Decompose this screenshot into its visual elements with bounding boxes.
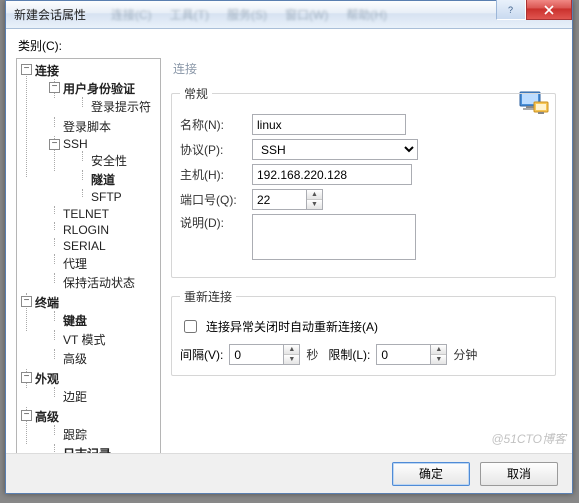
tree-terminal[interactable]: −终端 键盘 VT 模式 高级 — [21, 293, 160, 369]
tree-serial[interactable]: SERIAL — [49, 238, 160, 254]
collapse-icon[interactable]: − — [21, 296, 32, 307]
host-input[interactable] — [252, 164, 412, 185]
tree-login-script[interactable]: 登录脚本 — [49, 117, 160, 136]
tree-security[interactable]: 安全性 — [77, 151, 160, 170]
ok-button[interactable]: 确定 — [392, 462, 470, 486]
window-title: 新建会话属性 — [14, 6, 86, 23]
host-label: 主机(H): — [180, 166, 252, 183]
collapse-icon[interactable]: − — [49, 82, 60, 93]
cancel-button[interactable]: 取消 — [480, 462, 558, 486]
settings-panel: 连接 常规 名称(N): — [169, 58, 562, 454]
tree-advanced[interactable]: −高级 跟踪 日志记录 ZMODEM — [21, 407, 160, 454]
blurred-menu: 连接(C)工具(T)服务(S)窗口(W)帮助(H) — [111, 6, 405, 23]
tree-connection[interactable]: −连接 −用户身份验证 登录提示符 登录脚本 −SSH 安全性 隧道 SFTP — [21, 61, 160, 293]
collapse-icon[interactable]: − — [21, 410, 32, 421]
content-area: 类别(C): − 连接 −用户身份验证 登录提示符 登录脚本 − SSH 安全性 — [6, 29, 572, 453]
auto-reconnect-checkbox[interactable] — [184, 320, 197, 333]
spin-up-icon[interactable]: ▲ — [307, 190, 322, 200]
limit-input[interactable] — [376, 344, 430, 365]
interval-spinner[interactable]: ▲▼ — [283, 344, 300, 365]
port-label: 端口号(Q): — [180, 191, 252, 208]
tree-trace[interactable]: 跟踪 — [49, 425, 160, 444]
titlebar[interactable]: 新建会话属性 连接(C)工具(T)服务(S)窗口(W)帮助(H) ? — [6, 1, 572, 29]
interval-input[interactable] — [229, 344, 283, 365]
limit-spinner[interactable]: ▲▼ — [430, 344, 447, 365]
description-textarea[interactable] — [252, 214, 416, 260]
spin-down-icon[interactable]: ▼ — [284, 355, 299, 364]
seconds-unit: 秒 — [306, 346, 318, 363]
close-button[interactable] — [526, 0, 572, 20]
watermark: @51CTO博客 — [491, 430, 566, 447]
window-controls: ? — [496, 0, 572, 20]
port-spinner[interactable]: ▲▼ — [306, 189, 323, 210]
category-tree[interactable]: −连接 −用户身份验证 登录提示符 登录脚本 −SSH 安全性 隧道 SFTP — [16, 58, 161, 454]
dialog-footer: 确定 取消 — [6, 453, 572, 493]
tree-auth[interactable]: −用户身份验证 登录提示符 — [49, 79, 160, 117]
svg-text:?: ? — [508, 5, 513, 15]
name-label: 名称(N): — [180, 116, 252, 133]
tree-keyboard[interactable]: 键盘 — [49, 311, 160, 330]
minutes-unit: 分钟 — [453, 346, 477, 363]
tree-appearance[interactable]: −外观 边距 — [21, 369, 160, 407]
tree-proxy[interactable]: 代理 — [49, 254, 160, 273]
collapse-icon[interactable]: − — [49, 139, 60, 150]
collapse-icon[interactable]: − — [21, 372, 32, 383]
interval-label: 间隔(V): — [180, 346, 223, 363]
tree-keepalive[interactable]: 保持活动状态 — [49, 273, 160, 292]
port-input[interactable] — [252, 189, 306, 210]
panel-header: 连接 — [173, 60, 556, 77]
spin-up-icon[interactable]: ▲ — [431, 345, 446, 355]
spin-down-icon[interactable]: ▼ — [307, 200, 322, 209]
tree-vt[interactable]: VT 模式 — [49, 330, 160, 349]
category-label: 类别(C): — [18, 37, 562, 54]
protocol-select[interactable]: SSH — [252, 139, 418, 160]
limit-label: 限制(L): — [328, 346, 370, 363]
general-legend: 常规 — [180, 85, 212, 102]
spin-down-icon[interactable]: ▼ — [431, 355, 446, 364]
tree-telnet[interactable]: TELNET — [49, 206, 160, 222]
name-input[interactable] — [252, 114, 406, 135]
tree-sftp[interactable]: SFTP — [77, 189, 160, 205]
tree-login-prompt[interactable]: 登录提示符 — [77, 97, 160, 116]
reconnect-legend: 重新连接 — [180, 288, 236, 305]
auto-reconnect-label: 连接异常关闭时自动重新连接(A) — [206, 318, 378, 335]
help-button[interactable]: ? — [496, 0, 526, 20]
tree-margin[interactable]: 边距 — [49, 387, 160, 406]
protocol-label: 协议(P): — [180, 141, 252, 158]
tree-advanced-terminal[interactable]: 高级 — [49, 349, 160, 368]
tree-tunnel[interactable]: 隧道 — [77, 170, 160, 189]
collapse-icon[interactable]: − — [21, 64, 32, 75]
general-group: 常规 名称(N): 协议(P): SSH 主机(H): 端口号(Q): — [171, 85, 556, 278]
dialog-window: 新建会话属性 连接(C)工具(T)服务(S)窗口(W)帮助(H) ? 类别(C)… — [5, 0, 573, 494]
spin-up-icon[interactable]: ▲ — [284, 345, 299, 355]
reconnect-group: 重新连接 连接异常关闭时自动重新连接(A) 间隔(V): ▲▼ 秒 — [171, 288, 556, 376]
description-label: 说明(D): — [180, 214, 252, 231]
tree-ssh[interactable]: −SSH 安全性 隧道 SFTP — [49, 136, 160, 206]
tree-rlogin[interactable]: RLOGIN — [49, 222, 160, 238]
